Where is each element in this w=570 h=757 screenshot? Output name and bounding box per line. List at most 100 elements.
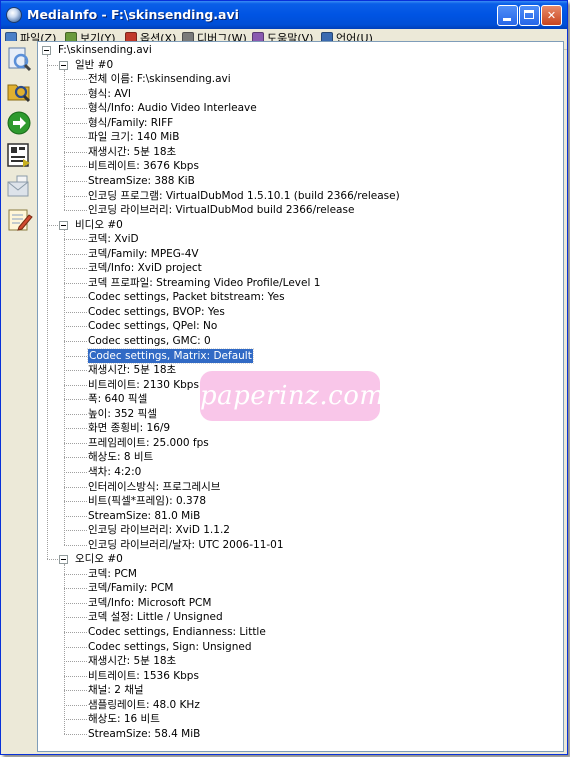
open-file-button[interactable]	[5, 45, 33, 73]
tree-item[interactable]: StreamSize: 81.0 MiB	[88, 509, 200, 523]
tree-connector	[64, 544, 87, 546]
tree-item[interactable]: 코덱/Family: MPEG-4V	[88, 247, 199, 261]
tree-item[interactable]: 폭: 640 픽셀	[88, 392, 147, 406]
close-icon: ✕	[546, 9, 557, 22]
status-bar	[1, 752, 567, 754]
tree-item[interactable]: Codec settings, Endianness: Little	[88, 625, 266, 639]
tree-item[interactable]: 비트레이트: 1536 Kbps	[88, 669, 199, 683]
tree-item[interactable]: Codec settings, GMC: 0	[88, 334, 211, 348]
tree-connector	[64, 180, 87, 182]
tree-item[interactable]: 샘플링레이트: 48.0 KHz	[88, 698, 200, 712]
close-button[interactable]: ✕	[541, 5, 562, 26]
go-forward-button[interactable]	[5, 109, 33, 137]
tree-item[interactable]: 코덱: XviD	[88, 232, 139, 246]
section-toggle[interactable]	[59, 220, 68, 230]
tree-connector	[64, 733, 87, 735]
tree-item[interactable]: 코덱: PCM	[88, 567, 137, 581]
email-button[interactable]	[5, 173, 33, 201]
tree-connector	[64, 661, 87, 663]
tree-connector	[64, 297, 87, 299]
maximize-icon	[524, 10, 534, 19]
tree-item[interactable]: Codec settings, QPel: No	[88, 319, 217, 333]
tree-item[interactable]: 인코딩 라이브러리: VirtualDubMod build 2366/rele…	[88, 203, 354, 217]
tree-connector	[64, 108, 87, 110]
tree-connector	[64, 341, 87, 342]
tree-section-title[interactable]: 일반 #0	[75, 58, 113, 72]
maximize-button[interactable]	[519, 5, 540, 26]
tree-item[interactable]: 프레임레이트: 25.000 fps	[88, 436, 209, 450]
minimize-icon	[503, 18, 511, 21]
tree-item[interactable]: Codec settings, BVOP: Yes	[88, 305, 225, 319]
tree-connector	[64, 166, 87, 168]
tree-item[interactable]: 형식: AVI	[88, 87, 131, 101]
tree-connector	[64, 719, 87, 721]
tree-item[interactable]: 색차: 4:2:0	[88, 465, 141, 479]
tree-item[interactable]: Codec settings, Matrix: Default	[87, 347, 254, 364]
tree-item[interactable]: 해상도: 16 비트	[88, 712, 160, 726]
tree-connector	[64, 646, 87, 648]
tree-item[interactable]: 인코딩 라이브러리: XviD 1.1.2	[88, 523, 230, 537]
tree-item[interactable]: 화면 종횡비: 16/9	[88, 421, 170, 435]
go-forward-icon	[5, 111, 33, 141]
tree-item[interactable]: 형식/Info: Audio Video Interleave	[88, 101, 257, 115]
tree-connector	[64, 632, 87, 633]
tree-connector	[64, 69, 65, 211]
tree-connector	[64, 151, 87, 153]
section-toggle[interactable]	[59, 555, 68, 565]
tree-item[interactable]: Codec settings, Packet bitstream: Yes	[88, 290, 285, 304]
tree-item[interactable]: 채널: 2 채널	[88, 683, 144, 697]
title-bar[interactable]: MediaInfo - F:\skinsending.avi ✕	[1, 1, 567, 29]
tree-connector	[64, 602, 87, 604]
tree-connector	[64, 428, 87, 430]
tree-item[interactable]: 재생시간: 5분 18초	[88, 654, 176, 668]
tree-connector	[64, 229, 65, 545]
tree-connector	[64, 137, 87, 139]
app-icon[interactable]	[6, 7, 22, 23]
tree-item[interactable]: 전체 이름: F:\skinsending.avi	[88, 72, 231, 86]
tree-item[interactable]: 코덱 설정: Little / Unsigned	[88, 610, 223, 624]
export-button[interactable]	[5, 141, 33, 169]
tree-connector	[64, 93, 87, 95]
tree-item[interactable]: 인터레이스방식: 프로그레시브	[88, 480, 220, 494]
tree-item[interactable]: 해상도: 8 비트	[88, 450, 153, 464]
tree-root-file[interactable]: F:\skinsending.avi	[58, 43, 152, 57]
file-toggle[interactable]	[42, 46, 51, 55]
tree-connector	[64, 530, 87, 532]
tree-connector	[64, 704, 87, 706]
tree-section-title[interactable]: 비디오 #0	[75, 218, 123, 232]
open-folder-button[interactable]	[5, 77, 33, 105]
tree-item[interactable]: StreamSize: 58.4 MiB	[88, 727, 200, 741]
section-toggle[interactable]	[59, 60, 68, 70]
tree-item[interactable]: 비트레이트: 2130 Kbps	[88, 378, 199, 392]
tree-connector	[64, 355, 87, 357]
tree-item[interactable]: 인코딩 프로그램: VirtualDubMod 1.5.10.1 (build …	[88, 189, 400, 203]
tree-item[interactable]: 재생시간: 5분 18초	[88, 363, 176, 377]
tree-connector	[64, 690, 87, 692]
tree-item[interactable]: 비트레이트: 3676 Kbps	[88, 159, 199, 173]
tree-connector	[64, 210, 87, 212]
notes-button[interactable]	[5, 205, 33, 233]
tree-connector	[64, 79, 87, 81]
tree-connector	[64, 268, 87, 270]
tree-item[interactable]: 비트(픽셀*프레임): 0.378	[88, 494, 206, 508]
tree-item[interactable]: 높이: 352 픽셀	[88, 407, 157, 421]
tree-item[interactable]: StreamSize: 388 KiB	[88, 174, 195, 188]
tree-item[interactable]: Codec settings, Sign: Unsigned	[88, 640, 252, 654]
tree-item[interactable]: 코덱/Info: XviD project	[88, 261, 202, 275]
tree-item[interactable]: 코덱/Info: Microsoft PCM	[88, 596, 211, 610]
tree-item[interactable]: 인코딩 라이브러리/날자: UTC 2006-11-01	[88, 538, 284, 552]
tree-item[interactable]: 코덱 프로파일: Streaming Video Profile/Level 1	[88, 276, 320, 290]
tree-connector	[64, 253, 87, 255]
tree-section-title[interactable]: 오디오 #0	[75, 552, 123, 566]
tree-item[interactable]: 파일 크기: 140 MiB	[88, 130, 179, 144]
tree-connector	[64, 486, 87, 488]
tree-connector	[64, 573, 87, 575]
tree-item[interactable]: 재생시간: 5분 18초	[88, 145, 176, 159]
tree-item[interactable]: 형식/Family: RIFF	[88, 116, 173, 130]
tree-connector	[64, 282, 87, 284]
tree-item[interactable]: 코덱/Family: PCM	[88, 581, 173, 595]
export-icon	[5, 143, 33, 173]
tree-connector	[64, 501, 87, 503]
minimize-button[interactable]	[497, 5, 518, 26]
tool-strip	[1, 41, 37, 753]
